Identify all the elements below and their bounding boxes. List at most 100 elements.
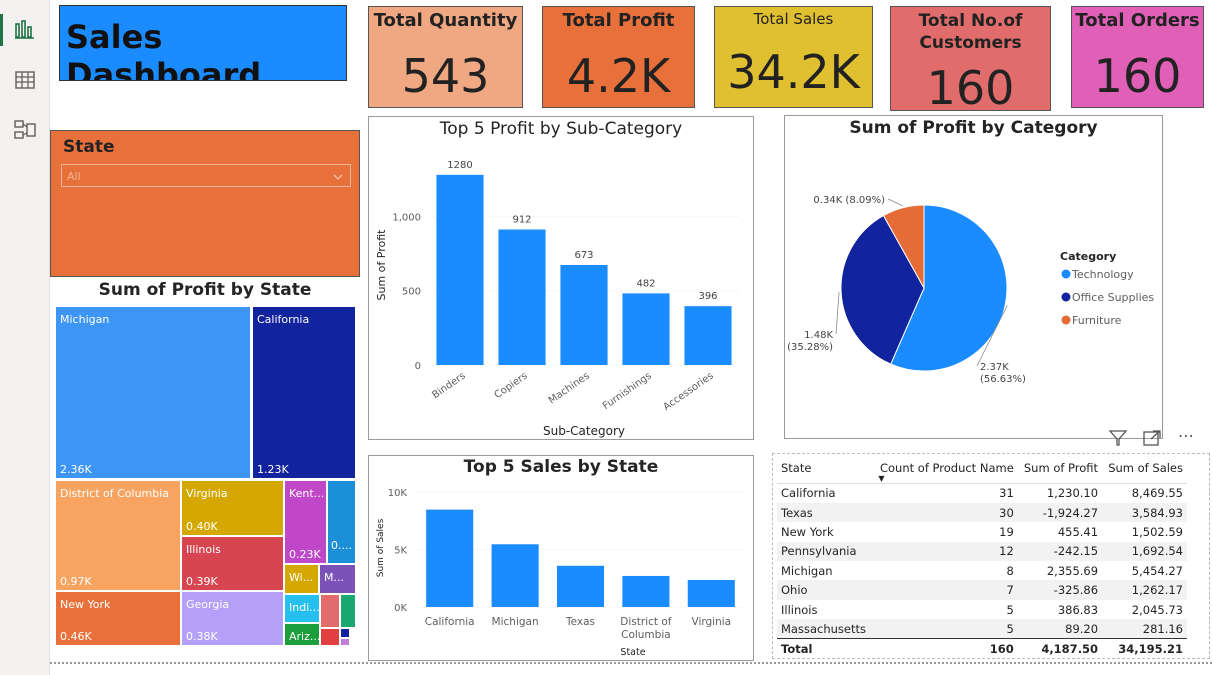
bar[interactable] xyxy=(436,174,484,365)
treemap-cell[interactable]: Georgia 0.38K xyxy=(181,591,284,646)
model-view-icon[interactable] xyxy=(13,118,37,142)
table-row[interactable]: Ohio 7 -325.86 1,262.17 xyxy=(777,580,1187,600)
x-axis-title: Sub-Category xyxy=(543,424,625,438)
treemap-cell[interactable] xyxy=(320,594,340,628)
kpi-title: Total Orders xyxy=(1075,10,1200,31)
treemap-cell[interactable]: M... xyxy=(319,564,356,594)
pie-data-label: 2.37K xyxy=(980,362,1009,373)
sort-descending-icon: ▼ xyxy=(878,474,885,483)
table-header-row: State Count of Product Name ▼ Sum of Prof… xyxy=(777,458,1187,484)
focus-mode-icon[interactable] xyxy=(1142,428,1162,452)
sales-by-state-chart[interactable]: Top 5 Sales by State 0K 5K 10K California Mi… xyxy=(368,455,754,661)
treemap-cell[interactable]: Virginia 0.40K xyxy=(181,480,284,536)
table-cell: 19 xyxy=(999,524,1014,539)
treemap-cell-label: Indi... xyxy=(289,601,320,614)
treemap-cell-value: 0.46K xyxy=(60,630,92,643)
state-summary-table[interactable]: State Count of Product Name ▼ Sum of Prof… xyxy=(772,453,1210,659)
y-tick-label: 0 xyxy=(415,361,421,372)
legend-marker xyxy=(1061,269,1071,279)
kpi-value: 543 xyxy=(401,49,490,103)
table-row[interactable]: Michigan 8 2,355.69 5,454.27 xyxy=(777,561,1187,580)
treemap-cell[interactable]: New York 0.46K xyxy=(55,591,181,646)
treemap-cell[interactable]: District of Columbia 0.97K xyxy=(55,480,181,591)
chevron-down-icon xyxy=(332,168,344,187)
x-tick-label: Binders xyxy=(430,370,467,401)
treemap-cell[interactable]: Kent... 0.23K xyxy=(284,480,327,564)
page-boundary xyxy=(50,662,1212,664)
treemap-cell-label: Kent... xyxy=(289,487,325,500)
label-leader-line xyxy=(835,292,840,335)
pie-data-label: 1.48K xyxy=(804,330,833,341)
treemap-cell[interactable] xyxy=(340,594,356,628)
table-cell: Illinois xyxy=(781,602,818,617)
table-row[interactable]: Pennsylvania 12 -242.15 1,692.54 xyxy=(777,541,1187,562)
table-view-icon[interactable] xyxy=(13,68,37,92)
profit-by-subcategory-chart[interactable]: Top 5 Profit by Sub-Category 0 500 1,000 12… xyxy=(368,116,754,440)
treemap-cell[interactable]: Indi... xyxy=(284,594,320,623)
table-cell: -325.86 xyxy=(1017,580,1103,600)
dashboard-title: Sales Dashboard xyxy=(66,18,262,81)
state-dropdown[interactable]: All xyxy=(61,164,351,187)
bar[interactable] xyxy=(684,306,732,365)
bar[interactable] xyxy=(556,565,605,607)
kpi-value: 160 xyxy=(1093,49,1182,103)
y-axis-title: Sum of Profit xyxy=(375,229,388,301)
table-row[interactable]: California 31 1,230.10 8,469.55 xyxy=(777,484,1187,503)
column-header[interactable]: Count of Product Name ▼ xyxy=(872,458,1018,484)
table-cell: 1,692.54 xyxy=(1102,541,1187,562)
legend-marker xyxy=(1061,315,1071,325)
treemap-area: Michigan 2.36K California 1.23K District of … xyxy=(55,306,357,646)
treemap-cell[interactable]: Illinois 0.39K xyxy=(181,536,284,591)
data-label: 482 xyxy=(636,278,655,289)
bar[interactable] xyxy=(491,544,539,607)
treemap-cell[interactable]: Michigan 2.36K xyxy=(55,306,251,479)
treemap-cell[interactable]: Ariz... xyxy=(284,623,320,646)
kpi-title: Total Quantity xyxy=(373,10,518,31)
treemap-cell[interactable] xyxy=(340,638,350,646)
report-canvas: Sales Dashboard Total Quantity 543 Total… xyxy=(50,0,1212,675)
table-cell: 5,454.27 xyxy=(1131,563,1183,578)
kpi-card-total-profit[interactable]: Total Profit 4.2K xyxy=(542,6,695,108)
profit-by-category-pie[interactable]: Sum of Profit by Category 2.37K (56.63%) 1… xyxy=(784,115,1163,439)
active-view-indicator xyxy=(0,14,3,46)
column-header[interactable]: State xyxy=(777,458,873,484)
treemap-cell-label: Ariz... xyxy=(289,630,320,643)
pie-data-label: 0.34K (8.09%) xyxy=(813,195,885,206)
treemap-cell[interactable] xyxy=(340,628,350,638)
treemap-cell-label: Wi... xyxy=(289,571,314,584)
kpi-card-total-customers[interactable]: Total No.of Customers 160 xyxy=(890,6,1051,111)
filter-icon[interactable] xyxy=(1108,428,1128,452)
report-view-icon[interactable] xyxy=(13,18,37,42)
bar[interactable] xyxy=(622,575,670,607)
bar[interactable] xyxy=(622,293,670,365)
table-row[interactable]: Massachusetts 5 89.20 281.16 xyxy=(777,619,1187,639)
table-total-cell: Total xyxy=(777,638,873,659)
bar[interactable] xyxy=(498,229,546,365)
kpi-card-total-quantity[interactable]: Total Quantity 543 xyxy=(368,6,523,108)
treemap-cell[interactable]: California 1.23K xyxy=(252,306,356,479)
table-row[interactable]: New York 19 455.41 1,502.59 xyxy=(777,522,1187,541)
treemap-cell[interactable]: 0.... xyxy=(327,480,356,564)
table-row[interactable]: Illinois 5 386.83 2,045.73 xyxy=(777,600,1187,619)
more-options-icon[interactable]: ⋯ xyxy=(1178,426,1195,445)
state-slicer: State All xyxy=(50,130,360,277)
bar[interactable] xyxy=(560,265,608,365)
table-cell: -1,924.27 xyxy=(1017,502,1103,523)
bar[interactable] xyxy=(426,509,474,607)
pie-data-label: (35.28%) xyxy=(787,342,833,353)
column-header[interactable]: Sum of Profit xyxy=(1017,458,1103,484)
kpi-card-total-orders[interactable]: Total Orders 160 xyxy=(1071,6,1204,108)
treemap-cell-label: Georgia xyxy=(186,598,230,611)
table-cell: 281.16 xyxy=(1102,619,1187,639)
dashboard-title-card: Sales Dashboard xyxy=(59,5,347,81)
table-cell: 386.83 xyxy=(1057,602,1099,617)
column-header[interactable]: Sum of Sales xyxy=(1102,458,1187,484)
treemap-title: Sum of Profit by State xyxy=(98,280,312,300)
bar[interactable] xyxy=(687,579,735,607)
legend-item: Furniture xyxy=(1072,314,1122,327)
treemap-cell[interactable] xyxy=(320,628,340,646)
treemap-cell-value: 0.38K xyxy=(186,630,218,643)
kpi-card-total-sales[interactable]: Total Sales 34.2K xyxy=(714,6,873,108)
treemap-cell[interactable]: Wi... xyxy=(284,564,319,594)
table-row[interactable]: Texas 30 -1,924.27 3,584.93 xyxy=(777,502,1187,523)
